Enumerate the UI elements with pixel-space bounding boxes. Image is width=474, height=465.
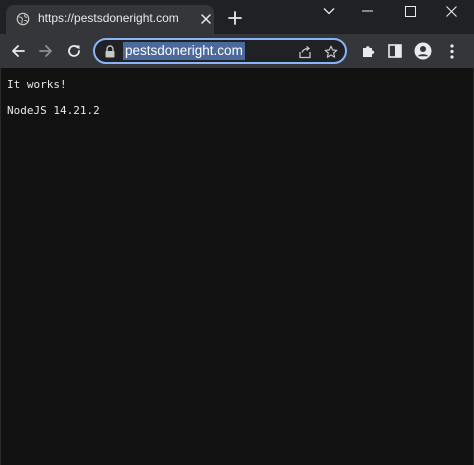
minimize-button[interactable] bbox=[348, 0, 386, 22]
share-icon bbox=[299, 45, 311, 59]
side-panel-button[interactable] bbox=[385, 41, 405, 61]
close-icon[interactable] bbox=[200, 13, 212, 25]
back-button[interactable] bbox=[8, 41, 28, 61]
globe-icon bbox=[16, 12, 30, 26]
close-window-button[interactable] bbox=[432, 0, 470, 22]
lock-icon[interactable] bbox=[104, 45, 116, 58]
share-button[interactable] bbox=[296, 43, 314, 61]
arrow-right-icon bbox=[39, 45, 52, 57]
plus-icon[interactable] bbox=[226, 9, 244, 27]
close-icon bbox=[445, 5, 457, 17]
profile-icon bbox=[414, 42, 432, 60]
browser-window: https://pestsdoneright.com pestsdonerigh… bbox=[0, 0, 474, 465]
menu-button[interactable] bbox=[442, 41, 462, 61]
kebab-menu-icon bbox=[450, 43, 454, 59]
tab-title: https://pestsdoneright.com bbox=[38, 11, 179, 25]
reload-icon bbox=[68, 45, 80, 57]
reload-button[interactable] bbox=[64, 41, 84, 61]
minimize-icon bbox=[361, 10, 373, 12]
bookmark-button[interactable] bbox=[322, 43, 340, 61]
address-bar[interactable]: pestsdoneright.com bbox=[93, 38, 347, 64]
tab-search-button[interactable] bbox=[310, 0, 348, 22]
tab-active[interactable]: https://pestsdoneright.com bbox=[6, 5, 214, 34]
page-text-line: It works! bbox=[7, 78, 67, 91]
tab-strip: https://pestsdoneright.com bbox=[0, 0, 474, 34]
address-text[interactable]: pestsdoneright.com bbox=[123, 42, 245, 60]
page-text-line: NodeJS 14.21.2 bbox=[7, 104, 100, 117]
page-content: It works! NodeJS 14.21.2 bbox=[0, 68, 474, 465]
chevron-down-icon bbox=[323, 8, 335, 15]
maximize-button[interactable] bbox=[391, 0, 429, 22]
puzzle-icon bbox=[362, 45, 374, 57]
maximize-icon bbox=[404, 5, 416, 17]
arrow-left-icon bbox=[12, 45, 25, 57]
toolbar: pestsdoneright.com bbox=[0, 34, 474, 68]
extensions-button[interactable] bbox=[358, 41, 378, 61]
side-panel-icon bbox=[388, 44, 402, 58]
profile-button[interactable] bbox=[413, 41, 433, 61]
star-icon bbox=[324, 45, 338, 58]
forward-button[interactable] bbox=[36, 41, 56, 61]
